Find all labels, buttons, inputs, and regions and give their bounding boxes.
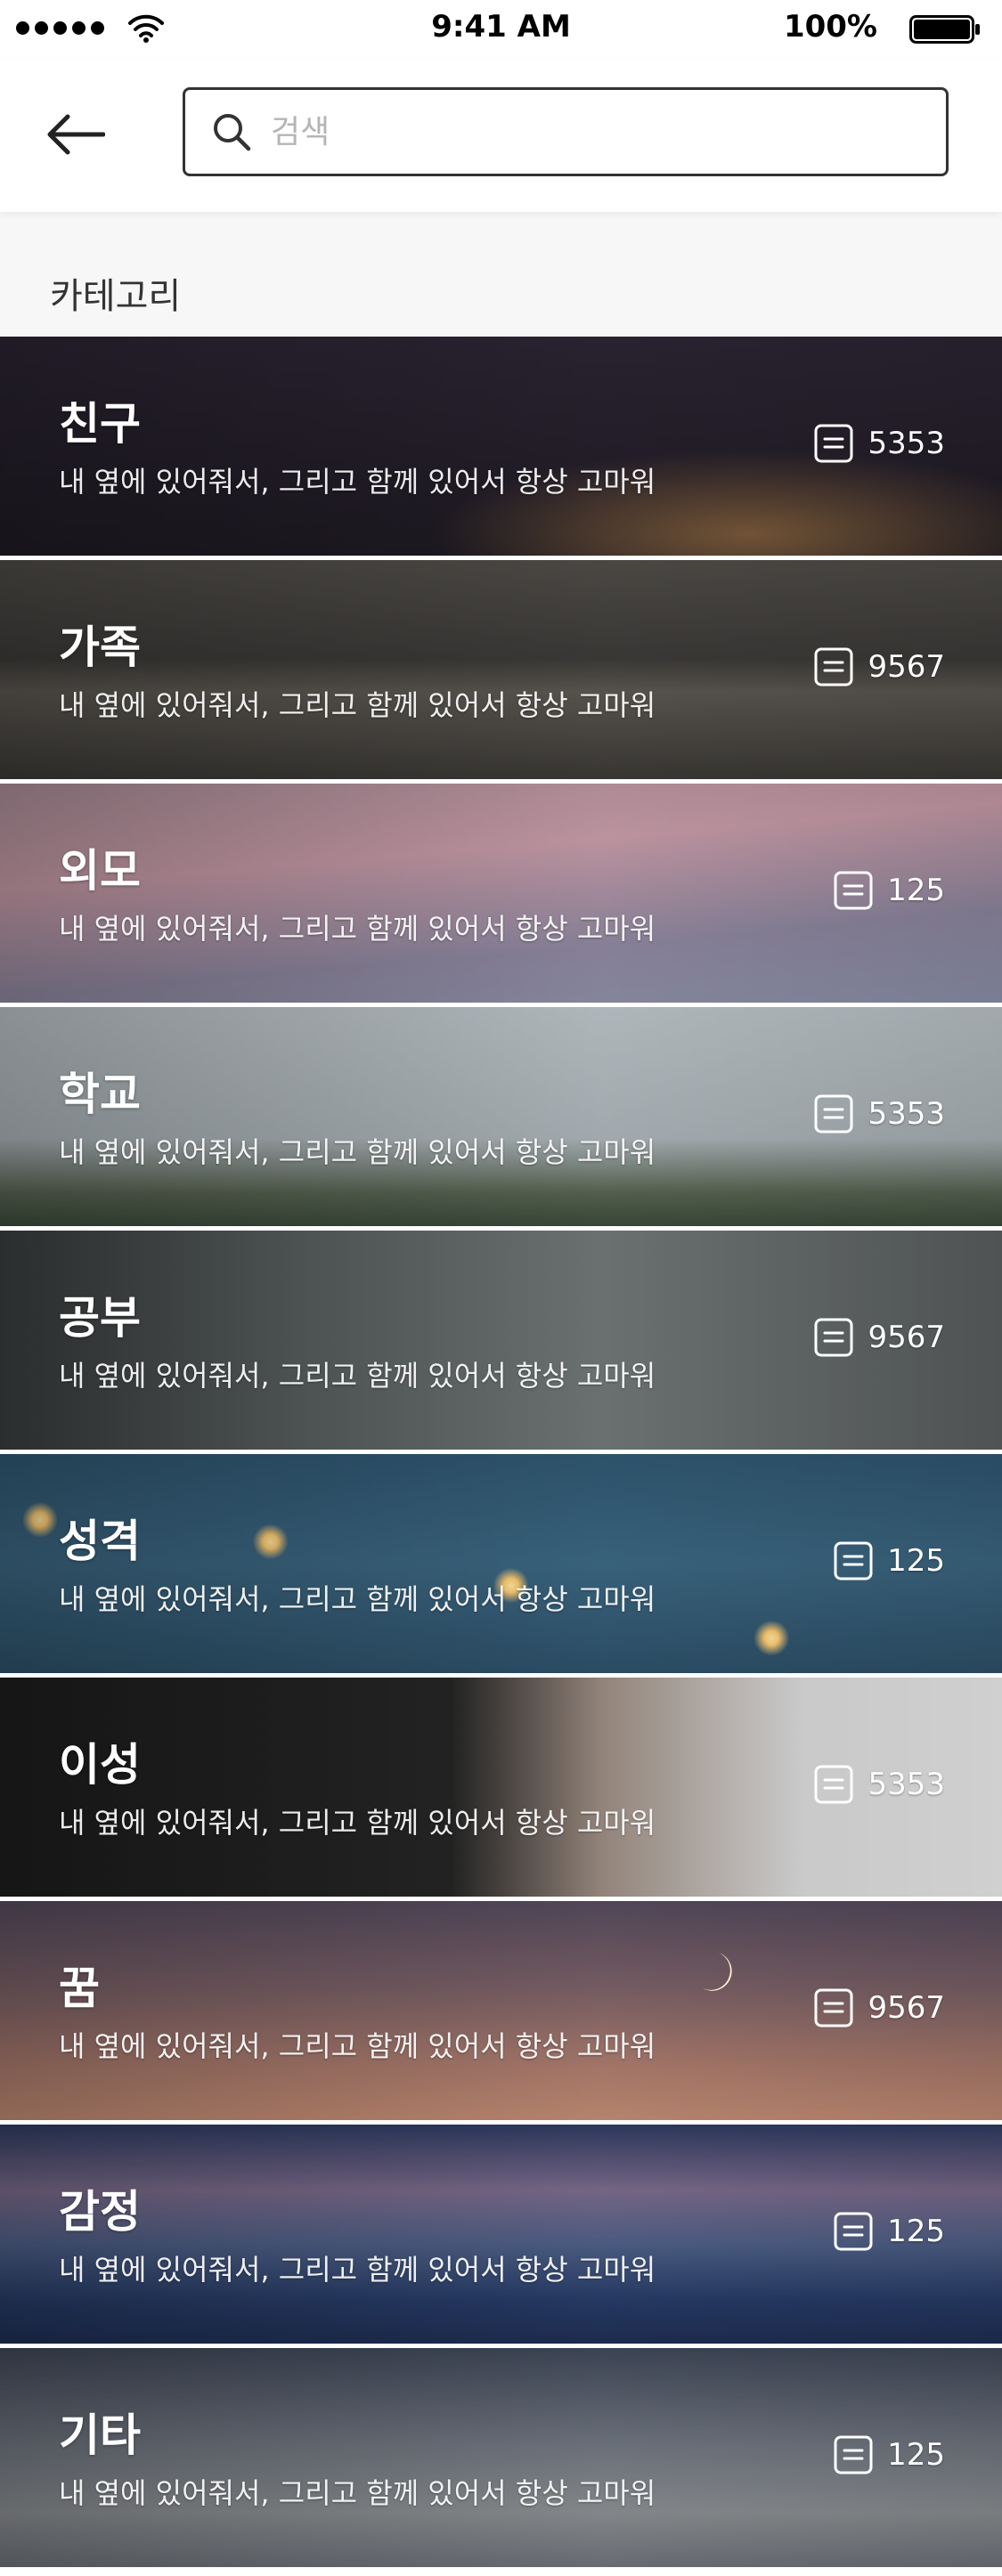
category-item-school[interactable]: 학교 내 옆에 있어줘서, 그리고 함께 있어서 항상 고마워 5353 <box>0 1007 1002 1226</box>
category-item-etc[interactable]: 기타 내 옆에 있어줘서, 그리고 함께 있어서 항상 고마워 125 <box>0 2348 1002 2567</box>
post-count: 125 <box>834 1541 945 1581</box>
post-count-value: 125 <box>887 2437 945 2473</box>
post-count: 9567 <box>814 1988 945 2027</box>
post-count: 125 <box>834 871 945 910</box>
document-icon <box>814 647 853 687</box>
category-description: 내 옆에 있어줘서, 그리고 함께 있어서 항상 고마워 <box>59 465 656 499</box>
category-name: 친구 <box>59 398 141 450</box>
search-icon <box>214 114 251 151</box>
arrow-left-icon <box>47 114 105 155</box>
post-count-value: 125 <box>887 1543 945 1579</box>
post-count-value: 9567 <box>868 1320 945 1355</box>
post-count-value: 5353 <box>868 1767 945 1802</box>
category-item-dream[interactable]: 꿈 내 옆에 있어줘서, 그리고 함께 있어서 항상 고마워 9567 <box>0 1901 1002 2120</box>
post-count: 9567 <box>814 1318 945 1357</box>
battery-percentage: 100% <box>783 9 877 45</box>
post-count-value: 5353 <box>868 426 945 461</box>
document-icon <box>834 871 873 910</box>
post-count-value: 5353 <box>868 1096 945 1132</box>
document-icon <box>834 1541 873 1581</box>
category-description: 내 옆에 있어줘서, 그리고 함께 있어서 항상 고마워 <box>59 2253 656 2287</box>
post-count: 5353 <box>814 424 945 463</box>
document-icon <box>814 1094 853 1134</box>
category-description: 내 옆에 있어줘서, 그리고 함께 있어서 항상 고마워 <box>59 1135 656 1169</box>
document-icon <box>814 1988 853 2027</box>
category-item-friend[interactable]: 친구 내 옆에 있어줘서, 그리고 함께 있어서 항상 고마워 5353 <box>0 337 1002 556</box>
battery-icon <box>909 15 980 44</box>
search-header <box>0 59 1002 212</box>
category-description: 내 옆에 있어줘서, 그리고 함께 있어서 항상 고마워 <box>59 1806 656 1840</box>
category-name: 꿈 <box>59 1962 100 2014</box>
post-count: 5353 <box>814 1094 945 1134</box>
category-section-header: 카테고리 <box>0 212 1002 337</box>
category-item-family[interactable]: 가족 내 옆에 있어줘서, 그리고 함께 있어서 항상 고마워 9567 <box>0 560 1002 779</box>
post-count: 125 <box>834 2435 945 2474</box>
search-bar[interactable] <box>183 87 949 176</box>
post-count-value: 125 <box>887 2214 945 2249</box>
post-count: 9567 <box>814 647 945 687</box>
category-name: 학교 <box>59 1069 141 1120</box>
post-count: 125 <box>834 2212 945 2251</box>
category-item-character[interactable]: 성격 내 옆에 있어줘서, 그리고 함께 있어서 항상 고마워 125 <box>0 1454 1002 1673</box>
document-icon <box>834 2435 873 2474</box>
category-name: 감정 <box>59 2186 141 2238</box>
category-description: 내 옆에 있어줘서, 그리고 함께 있어서 항상 고마워 <box>59 1582 656 1616</box>
crescent-moon-icon <box>703 1953 732 1991</box>
post-count: 5353 <box>814 1765 945 1804</box>
category-item-study[interactable]: 공부 내 옆에 있어줘서, 그리고 함께 있어서 항상 고마워 9567 <box>0 1231 1002 1450</box>
category-item-emotion[interactable]: 감정 내 옆에 있어줘서, 그리고 함께 있어서 항상 고마워 125 <box>0 2125 1002 2344</box>
category-name: 가족 <box>59 622 141 673</box>
post-count-value: 9567 <box>868 649 945 685</box>
category-description: 내 옆에 있어줘서, 그리고 함께 있어서 항상 고마워 <box>59 2029 656 2063</box>
document-icon <box>834 2212 873 2251</box>
document-icon <box>814 424 853 463</box>
category-item-romance[interactable]: 이성 내 옆에 있어줘서, 그리고 함께 있어서 항상 고마워 5353 <box>0 1678 1002 1897</box>
category-description: 내 옆에 있어줘서, 그리고 함께 있어서 항상 고마워 <box>59 912 656 946</box>
post-count-value: 125 <box>887 873 945 908</box>
search-input[interactable] <box>269 112 914 151</box>
status-bar: 9:41 AM 100% <box>0 0 1002 59</box>
category-list: 친구 내 옆에 있어줘서, 그리고 함께 있어서 항상 고마워 5353 가족 … <box>0 337 1002 2572</box>
document-icon <box>814 1765 853 1804</box>
category-item-looks[interactable]: 외모 내 옆에 있어줘서, 그리고 함께 있어서 항상 고마워 125 <box>0 784 1002 1003</box>
category-description: 내 옆에 있어줘서, 그리고 함께 있어서 항상 고마워 <box>59 1359 656 1393</box>
category-name: 공부 <box>59 1292 141 1344</box>
category-description: 내 옆에 있어줘서, 그리고 함께 있어서 항상 고마워 <box>59 2476 656 2510</box>
category-name: 외모 <box>59 845 141 897</box>
post-count-value: 9567 <box>868 1990 945 2026</box>
category-name: 이성 <box>59 1739 141 1791</box>
category-name: 기타 <box>59 2409 141 2461</box>
section-title: 카테고리 <box>50 276 182 317</box>
back-button[interactable] <box>36 103 116 166</box>
category-name: 성격 <box>59 1516 141 1567</box>
document-icon <box>814 1318 853 1357</box>
category-description: 내 옆에 있어줘서, 그리고 함께 있어서 항상 고마워 <box>59 688 656 722</box>
